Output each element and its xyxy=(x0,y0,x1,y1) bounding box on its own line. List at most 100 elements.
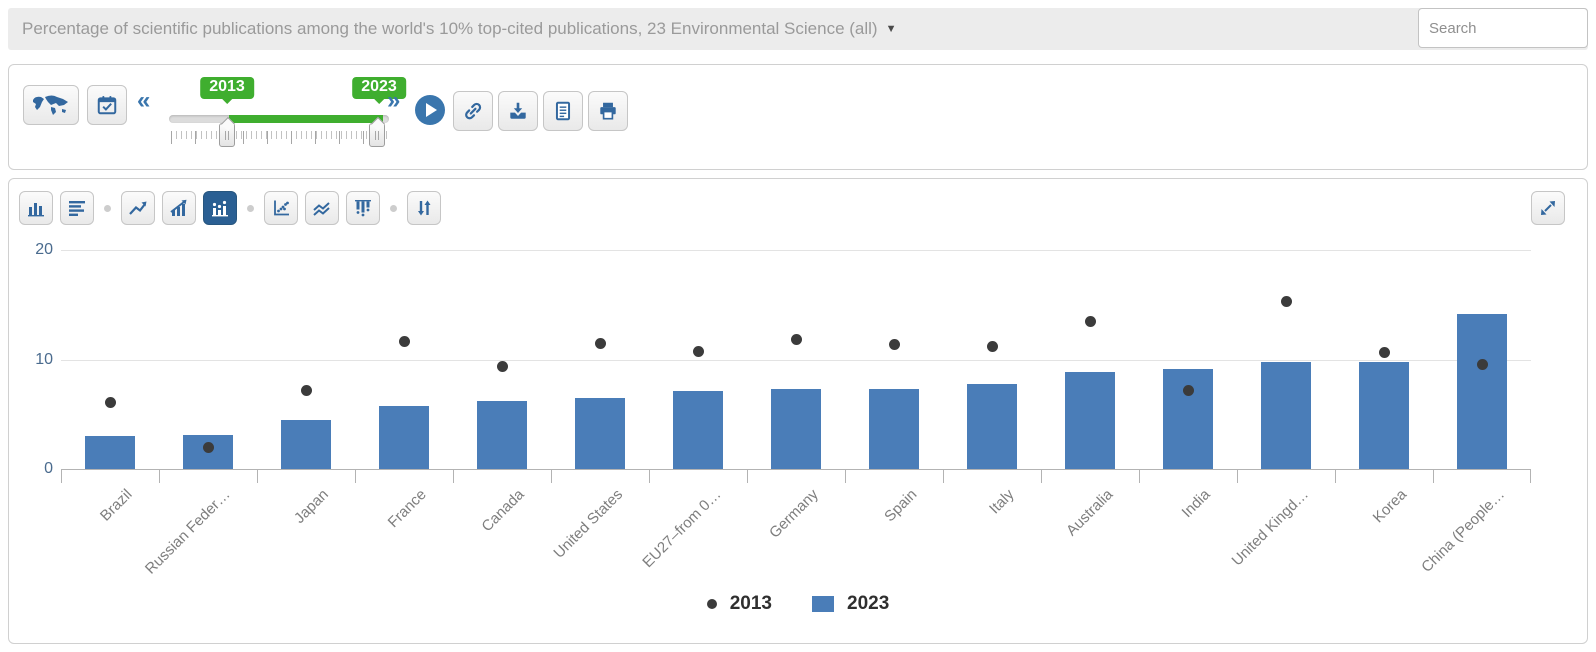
category-label: India xyxy=(1178,486,1215,522)
expand-icon xyxy=(1541,201,1555,215)
bar-2023-France[interactable] xyxy=(379,405,429,469)
dot-2013-United Kingd…[interactable] xyxy=(1280,295,1292,307)
category-label: Canada xyxy=(478,486,529,536)
dot-2013-Germany[interactable] xyxy=(790,334,802,346)
dot-2013-Spain[interactable] xyxy=(888,338,900,350)
bar-2023-Canada[interactable] xyxy=(477,401,527,469)
category-label: Russian Feder… xyxy=(142,486,235,578)
column-dot-chart-button[interactable] xyxy=(203,191,237,225)
x-axis-tick xyxy=(1041,470,1042,483)
dot-2013-India[interactable] xyxy=(1182,384,1194,396)
data-table-button[interactable] xyxy=(543,91,583,131)
play-button[interactable] xyxy=(415,95,445,125)
x-axis-tick xyxy=(159,470,160,483)
dot-2013-Brazil[interactable] xyxy=(104,396,116,408)
growth-chart-button[interactable] xyxy=(162,191,196,225)
toolbar-separator-dot xyxy=(247,204,254,212)
print-button[interactable] xyxy=(588,91,628,131)
gridline-y20 xyxy=(61,250,1531,251)
chart-legend: 2013 2023 xyxy=(9,593,1587,615)
y-tick-label: 10 xyxy=(35,350,53,368)
multi-line-chart-button[interactable] xyxy=(305,191,339,225)
dot-2013-Canada[interactable] xyxy=(496,360,508,372)
y-tick-label: 0 xyxy=(44,460,53,477)
link-icon xyxy=(465,102,482,120)
step-back-button[interactable]: « xyxy=(137,89,150,113)
bar-2023-EU27–from 0…[interactable] xyxy=(673,391,723,469)
drop-bar-chart-button[interactable] xyxy=(346,191,380,225)
play-icon xyxy=(426,103,437,117)
x-axis-tick xyxy=(943,470,944,483)
dot-2013-United States[interactable] xyxy=(594,337,606,349)
x-axis-tick xyxy=(257,470,258,483)
download-button[interactable] xyxy=(498,91,538,131)
dot-2013-Japan[interactable] xyxy=(300,384,312,396)
x-axis-tick xyxy=(747,470,748,483)
category-label: Korea xyxy=(1369,486,1411,527)
category-label: Germany xyxy=(766,486,823,542)
bar-2023-Korea[interactable] xyxy=(1359,361,1409,469)
dot-2013-EU27–from 0…[interactable] xyxy=(692,346,704,358)
bar-2023-Spain[interactable] xyxy=(869,389,919,469)
category-label: United Kingd… xyxy=(1228,486,1313,570)
slider-track[interactable] xyxy=(169,115,389,123)
line-chart-button[interactable] xyxy=(121,191,155,225)
plot-area: 0 10 20 Brazil Russian Feder… Japan France Cana… xyxy=(35,241,1531,578)
world-map-button[interactable] xyxy=(23,85,79,125)
legend-item-2013[interactable]: 2013 xyxy=(706,593,772,615)
indicator-dropdown[interactable]: Percentage of scientific publications am… xyxy=(8,8,1588,50)
time-range-slider: 2013 2023 xyxy=(161,75,406,161)
x-axis-tick xyxy=(1335,470,1336,483)
fullscreen-button[interactable] xyxy=(1531,191,1565,225)
dot-marker-icon xyxy=(706,599,717,609)
slider-selected-range xyxy=(229,115,383,123)
x-axis-tick xyxy=(845,470,846,483)
slider-start-handle[interactable] xyxy=(219,123,235,147)
legend-item-2023[interactable]: 2023 xyxy=(812,593,889,615)
category-label: Spain xyxy=(880,486,921,526)
bar-2023-United States[interactable] xyxy=(575,397,625,469)
step-forward-button[interactable]: » xyxy=(387,89,400,113)
document-icon xyxy=(555,101,571,121)
dot-2013-Russian Feder…[interactable] xyxy=(202,441,214,453)
column-dot-chart-icon xyxy=(212,200,228,217)
drop-bar-chart-icon xyxy=(355,200,371,217)
x-axis-tick xyxy=(355,470,356,483)
toolbar-separator-dot xyxy=(390,204,397,212)
printer-icon xyxy=(600,102,616,120)
square-marker-icon xyxy=(812,596,834,612)
scatter-chart-button[interactable] xyxy=(264,191,298,225)
dot-2013-China (People…[interactable] xyxy=(1476,359,1488,371)
y-tick-label: 20 xyxy=(35,241,53,258)
dot-2013-Australia[interactable] xyxy=(1084,315,1096,327)
bar-2023-China (People…[interactable] xyxy=(1457,313,1507,469)
bar-2023-Italy[interactable] xyxy=(967,383,1017,469)
bar-2023-Australia[interactable] xyxy=(1065,371,1115,469)
bar-2023-Brazil[interactable] xyxy=(85,436,135,469)
app: Percentage of scientific publications am… xyxy=(0,0,1596,652)
bar-2023-United Kingd…[interactable] xyxy=(1261,361,1311,469)
dot-2013-Korea[interactable] xyxy=(1378,347,1390,359)
calendar-check-icon xyxy=(97,95,117,115)
bar-2023-Japan[interactable] xyxy=(281,419,331,469)
dot-2013-France[interactable] xyxy=(398,336,410,348)
category-label: China (People… xyxy=(1418,486,1509,576)
search-input[interactable] xyxy=(1418,8,1588,48)
category-label: Italy xyxy=(986,486,1019,518)
sort-toggle-button[interactable] xyxy=(407,191,441,225)
world-map-icon xyxy=(33,95,68,115)
start-year-badge: 2013 xyxy=(200,77,254,104)
growth-chart-icon xyxy=(170,199,187,216)
share-link-button[interactable] xyxy=(453,91,493,131)
category-label: EU27–from 0… xyxy=(638,486,725,572)
x-axis-tick xyxy=(61,470,62,483)
bar-2023-Germany[interactable] xyxy=(771,389,821,469)
category-label: Japan xyxy=(291,486,333,527)
row-chart-button[interactable] xyxy=(60,191,94,225)
slider-end-handle[interactable] xyxy=(369,123,385,147)
x-axis-tick xyxy=(453,470,454,483)
calendar-button[interactable] xyxy=(87,85,127,125)
column-chart-button[interactable] xyxy=(19,191,53,225)
dot-2013-Italy[interactable] xyxy=(986,340,998,352)
x-axis-tick xyxy=(1530,470,1531,483)
